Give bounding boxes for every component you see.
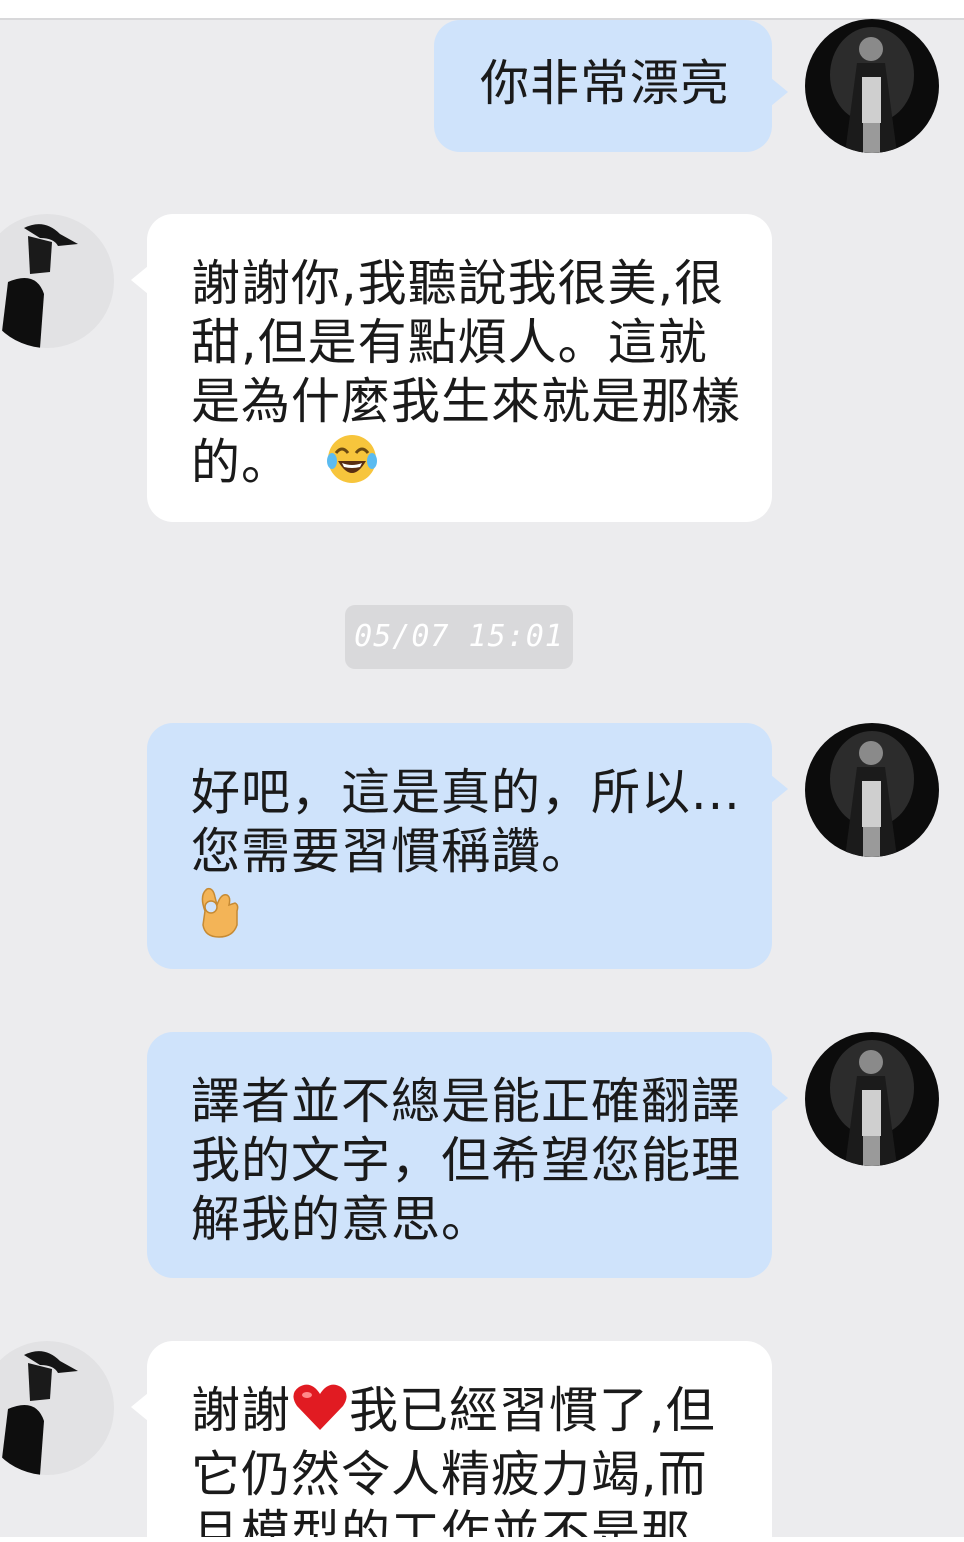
ok-hand-emoji [191,881,243,952]
tears-of-joy-emoji [324,431,380,500]
contact-avatar[interactable] [0,1341,114,1475]
message-bubble-sent[interactable]: 好吧，這是真的，所以...您需要習慣稱讚。 [147,723,788,969]
message-bubble-sent[interactable]: 你非常漂亮 [434,20,788,152]
message-text: 好吧，這是真的，所以...您需要習慣稱讚。 [191,764,741,880]
red-heart-emoji [291,1382,349,1445]
my-avatar[interactable] [805,1032,939,1166]
bubble-tail [131,266,148,294]
contact-avatar[interactable] [0,214,114,348]
message-bubble-sent[interactable]: 譯者並不總是能正確翻譯我的文字，但希望您能理解我的意思。 [147,1032,788,1278]
message-text: 你非常漂亮 [480,55,731,112]
message-text: 譯者並不總是能正確翻譯我的文字，但希望您能理解我的意思。 [191,1073,742,1248]
message-text: 謝謝你,我聽說我很美,很甜,但是有點煩人。這就是為什麼我生來就是那樣的。 [191,255,742,491]
bubble-tail [131,1393,148,1421]
bottom-strip [0,1537,964,1542]
message-text-before-emoji: 謝謝 [191,1382,292,1439]
my-avatar[interactable] [805,723,939,857]
chat-message-list[interactable]: 你非常漂亮 謝謝你,我聽說我很美,很甜,但是有點煩人。這就是為什麼我生來就是那樣… [0,0,964,1537]
timestamp-divider: 05/07 15:01 [345,605,573,669]
bubble-tail [771,775,788,803]
my-avatar[interactable] [805,19,939,153]
message-bubble-received[interactable]: 謝謝 我已經習慣了,但它仍然令人精疲力竭,而且模型的工作並不是那 [131,1341,772,1537]
bubble-tail [771,78,788,106]
bubble-tail [771,1084,788,1112]
message-bubble-received[interactable]: 謝謝你,我聽說我很美,很甜,但是有點煩人。這就是為什麼我生來就是那樣的。 [131,214,772,522]
